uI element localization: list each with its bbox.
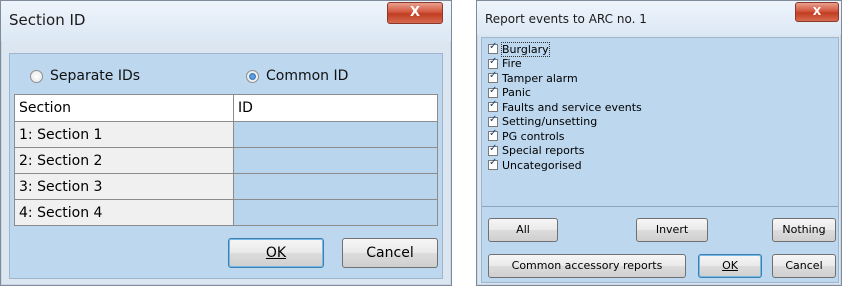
- section-id-table: Section ID 1: Section 1 2: Section 2 3: …: [14, 94, 438, 226]
- checkbox-faults-service[interactable]: Faults and service events: [488, 99, 642, 115]
- row-header: 1: Section 1: [14, 121, 234, 148]
- checkbox-label: Tamper alarm: [502, 71, 578, 85]
- checkbox-label: Fire: [502, 57, 522, 71]
- checkbox-checked-icon: [488, 56, 498, 69]
- column-header-section: Section: [14, 94, 234, 122]
- event-checkbox-list: Burglary Fire Tamper alarm Panic Faults …: [488, 41, 642, 173]
- cancel-button[interactable]: Cancel: [772, 254, 836, 278]
- table-row: 3: Section 3: [14, 173, 438, 200]
- nothing-label: Nothing: [782, 223, 826, 236]
- checkbox-label: Uncategorised: [502, 158, 582, 172]
- checkbox-label: Panic: [502, 86, 531, 100]
- all-button[interactable]: All: [488, 218, 558, 242]
- nothing-button[interactable]: Nothing: [772, 218, 836, 242]
- close-button[interactable]: X: [795, 2, 839, 22]
- radio-button-selected-icon: [246, 69, 259, 83]
- row-header: 2: Section 2: [14, 147, 234, 174]
- dialog-title: Section ID: [9, 11, 86, 29]
- checkbox-tamper-alarm[interactable]: Tamper alarm: [488, 70, 642, 86]
- report-events-dialog: Report events to ARC no. 1 X Burglary Fi…: [476, 0, 842, 286]
- checkbox-panic[interactable]: Panic: [488, 85, 642, 101]
- checkbox-checked-icon: [488, 157, 498, 171]
- checkbox-special-reports[interactable]: Special reports: [488, 143, 642, 159]
- table-row: 1: Section 1: [14, 121, 438, 148]
- checkbox-label: Special reports: [502, 144, 585, 158]
- id-cell[interactable]: [233, 121, 438, 148]
- checkbox-pg-controls[interactable]: PG controls: [488, 128, 642, 144]
- common-accessory-label: Common accessory reports: [511, 259, 663, 272]
- checkbox-label: Burglary: [501, 41, 550, 57]
- checkbox-label: Faults and service events: [502, 100, 642, 114]
- dialog-client-area: Burglary Fire Tamper alarm Panic Faults …: [481, 37, 839, 283]
- close-icon: X: [812, 5, 822, 18]
- checkbox-checked-icon: [488, 114, 498, 127]
- radio-button-icon: [30, 69, 43, 83]
- radio-separate-ids[interactable]: Separate IDs: [30, 68, 140, 84]
- checkbox-burglary[interactable]: Burglary: [488, 41, 642, 57]
- dialog-title: Report events to ARC no. 1: [485, 12, 647, 26]
- close-icon: X: [409, 5, 421, 20]
- all-label: All: [516, 223, 530, 236]
- common-accessory-reports-button[interactable]: Common accessory reports: [488, 254, 686, 278]
- checkbox-checked-icon: [488, 128, 498, 142]
- checkbox-uncategorised[interactable]: Uncategorised: [488, 157, 642, 173]
- table-header-row: Section ID: [14, 94, 438, 122]
- radio-separate-label: Separate IDs: [50, 68, 141, 84]
- divider: [482, 206, 838, 207]
- id-cell[interactable]: [233, 173, 438, 200]
- dialog-client-area: Separate IDs Common ID Section ID 1: Sec…: [9, 53, 443, 279]
- row-header: 3: Section 3: [14, 173, 234, 200]
- checkbox-checked-icon: [488, 143, 498, 156]
- table-row: 2: Section 2: [14, 147, 438, 174]
- id-cell[interactable]: [233, 147, 438, 174]
- radio-common-label: Common ID: [266, 68, 349, 84]
- ok-label: OK: [265, 245, 287, 261]
- checkbox-label: Setting/unsetting: [502, 115, 598, 129]
- invert-button[interactable]: Invert: [636, 218, 708, 242]
- title-bar: Section ID X: [1, 1, 451, 41]
- checkbox-checked-icon: [488, 70, 498, 84]
- checkbox-checked-icon: [488, 85, 498, 98]
- invert-label: Invert: [655, 223, 689, 236]
- checkbox-label: PG controls: [502, 129, 565, 143]
- checkbox-checked-icon: [488, 41, 498, 55]
- close-button[interactable]: X: [387, 2, 443, 24]
- checkbox-fire[interactable]: Fire: [488, 56, 642, 72]
- title-bar: Report events to ARC no. 1 X: [477, 1, 841, 35]
- radio-common-id[interactable]: Common ID: [246, 68, 348, 84]
- column-header-id: ID: [233, 94, 438, 122]
- ok-button[interactable]: OK: [228, 238, 324, 268]
- row-header: 4: Section 4: [14, 199, 234, 226]
- cancel-label: Cancel: [366, 245, 414, 261]
- cancel-label: Cancel: [785, 259, 823, 272]
- cancel-button[interactable]: Cancel: [342, 238, 438, 268]
- id-cell[interactable]: [233, 199, 438, 226]
- ok-button[interactable]: OK: [698, 254, 762, 278]
- ok-label: OK: [722, 259, 738, 272]
- checkbox-setting-unsetting[interactable]: Setting/unsetting: [488, 114, 642, 130]
- table-row: 4: Section 4: [14, 199, 438, 226]
- section-id-dialog: Section ID X Separate IDs Common ID Sect…: [0, 0, 452, 286]
- checkbox-checked-icon: [488, 99, 498, 113]
